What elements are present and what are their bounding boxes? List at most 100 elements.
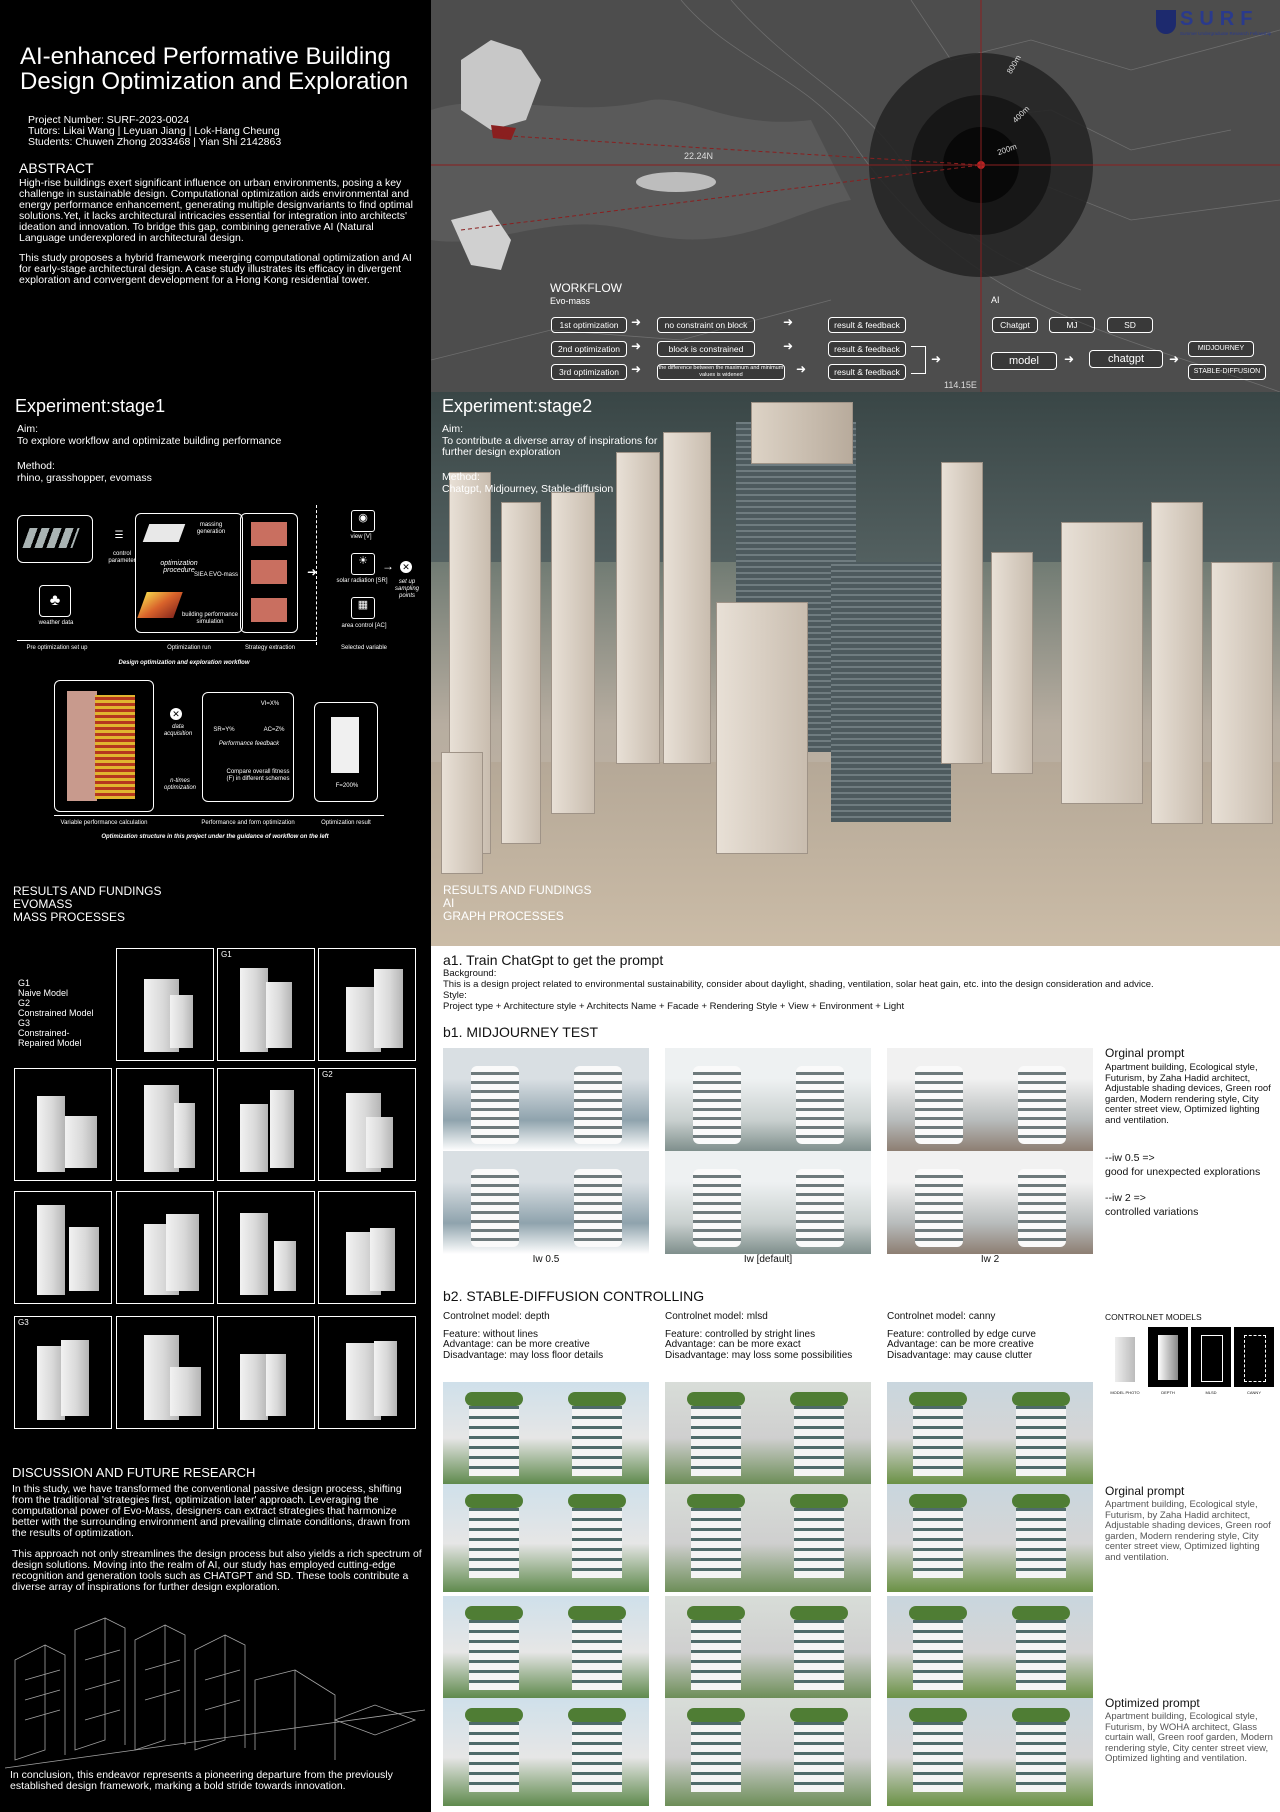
map-graphic xyxy=(431,0,1280,392)
students: Students: Chuwen Zhong 2033468 | Yian Sh… xyxy=(28,136,282,148)
midjourney-image xyxy=(546,1048,649,1151)
ai-tool-mj: MJ xyxy=(1049,317,1095,333)
mass-model-cell xyxy=(217,1316,315,1429)
stable-diffusion-image xyxy=(443,1596,546,1698)
stable-diffusion-image xyxy=(443,1484,546,1592)
mass-legend: G1 Naive Model G2 Constrained Model G3 C… xyxy=(18,978,103,1048)
slider-icon: ☰ xyxy=(114,530,124,541)
selected-label: Selected variable xyxy=(340,645,388,651)
a1-background-label: Background: xyxy=(443,968,497,979)
legend-g1-name: Naive Model xyxy=(18,988,69,998)
mass-model-cell xyxy=(116,948,214,1061)
solar-label: solar radiation [SR] xyxy=(336,578,388,584)
opt-result-label: Optimization result xyxy=(321,820,371,826)
mass-block xyxy=(37,1096,65,1172)
controlnet-mlsd: Controlnet model: mlsd Feature: controll… xyxy=(665,1311,875,1361)
mass-model-cell xyxy=(116,1191,214,1304)
stable-diffusion-image xyxy=(990,1484,1093,1592)
stable-diffusion-image xyxy=(768,1698,871,1806)
iw2-note: controlled variations xyxy=(1105,1206,1199,1218)
compare-label: Compare overall fitness (F) in different… xyxy=(226,769,290,782)
stage1-method: rhino, grasshopper, evomass xyxy=(17,472,152,484)
stable-diffusion-image xyxy=(990,1698,1093,1806)
arrow-icon: ➜ xyxy=(783,339,794,353)
output-midjourney: MIDJOURNEY xyxy=(1188,341,1254,357)
arrow-icon: ➜ xyxy=(796,362,807,376)
tower xyxy=(663,432,711,764)
group-tag: G3 xyxy=(18,1318,29,1327)
stable-diffusion-image xyxy=(768,1596,871,1698)
mass-block xyxy=(170,1367,201,1416)
site-map: 22.24N 114.15E 800m 400m 200m SURF Summe… xyxy=(431,0,1280,392)
mass-block xyxy=(370,1228,395,1291)
control-box xyxy=(17,515,93,563)
model-box: model xyxy=(991,352,1057,370)
result-box: F=200% xyxy=(314,702,378,802)
divider xyxy=(316,505,317,645)
lon-label: 114.15E xyxy=(944,380,977,390)
iw05-note: good for unexpected explorations xyxy=(1105,1166,1261,1178)
stable-diffusion-image xyxy=(546,1382,649,1484)
performance-box: VI=X% SR=Y% AC=Z% Performance feedback C… xyxy=(202,692,294,802)
stable-diffusion-image xyxy=(887,1698,990,1806)
ai-tool-chatgpt: Chatgpt xyxy=(992,317,1038,333)
mass-block xyxy=(374,969,403,1048)
midjourney-image xyxy=(990,1048,1093,1151)
stable-diffusion-image xyxy=(887,1596,990,1698)
results-right-heading: RESULTS AND FUNDINGS AI GRAPH PROCESSES xyxy=(443,884,591,923)
workflow-subtitle: Evo-mass xyxy=(550,296,591,306)
stage2-method: Chatgpt, Midjourney, Stable-diffusion xyxy=(442,483,614,495)
b2-opt-heading: Optimized prompt xyxy=(1105,1696,1200,1710)
controlnet-title: CONTROLNET MODELS xyxy=(1105,1312,1202,1322)
building-sim-label: building performance simulation xyxy=(181,612,239,625)
var-calc-label: Variable performance calculation xyxy=(60,820,148,826)
group-tag: G1 xyxy=(221,950,232,959)
diagram-caption-1: Design optimization and exploration work… xyxy=(118,660,250,666)
mlsd-name: Controlnet model: mlsd xyxy=(665,1311,768,1322)
legend-g3-code: G3 xyxy=(18,1018,31,1028)
ai-tool-sd: SD xyxy=(1107,317,1153,333)
stable-diffusion-image xyxy=(443,1382,546,1484)
wf-cond-2: block is constrained xyxy=(657,341,755,357)
optimization-box: massing generation optimization procedur… xyxy=(135,513,243,633)
mass-block xyxy=(240,1354,268,1420)
discussion-heading: DISCUSSION AND FUTURE RESEARCH xyxy=(12,1465,256,1480)
sampling-label: set up sampling points xyxy=(394,579,419,599)
legend-g2-code: G2 xyxy=(18,998,31,1008)
thumb-model-photo xyxy=(1105,1327,1145,1387)
tower xyxy=(616,452,660,764)
discussion-para-1: In this study, we have transformed the c… xyxy=(12,1483,411,1539)
abstract-heading: ABSTRACT xyxy=(19,160,94,176)
conclusion: In conclusion, this endeavor represents … xyxy=(10,1769,393,1792)
workflow-title: WORKFLOW xyxy=(550,281,622,295)
weather-data-label: weather data xyxy=(38,620,74,626)
bracket xyxy=(911,346,926,374)
stable-diffusion-image xyxy=(665,1698,768,1806)
stage1-aim-label: Aim: xyxy=(17,423,38,435)
mass-model-cell xyxy=(116,1068,214,1181)
sr-label: SR=Y% xyxy=(213,727,235,733)
close-icon: ✕ xyxy=(400,561,412,573)
close-icon-2: ✕ xyxy=(170,708,182,720)
arrow-icon: ➜ xyxy=(1064,352,1075,366)
wf-cond-3: the difference between the maximum and m… xyxy=(657,364,785,380)
midjourney-image xyxy=(546,1151,649,1254)
b1-heading: b1. MIDJOURNEY TEST xyxy=(443,1024,599,1040)
a1-background: This is a design project related to envi… xyxy=(443,979,1154,990)
thumb-label-2: MLSD xyxy=(1205,1390,1217,1395)
depth-name: Controlnet model: depth xyxy=(443,1311,550,1322)
building-pink xyxy=(67,691,97,801)
poster-title: AI-enhanced Performative Building Design… xyxy=(20,44,420,94)
diagram-caption-2: Optimization structure in this project u… xyxy=(101,834,329,840)
lat-label: 22.24N xyxy=(684,151,714,161)
ac-label: AC=Z% xyxy=(263,727,285,733)
stage2-render: Experiment:stage2 Aim: To contribute a d… xyxy=(431,392,1280,946)
mass-model-cell xyxy=(217,1191,315,1304)
midjourney-image xyxy=(990,1151,1093,1254)
stable-diffusion-image xyxy=(768,1382,871,1484)
stage1-aim: To explore workflow and optimizate build… xyxy=(17,435,282,447)
stage1-method-label: Method: xyxy=(17,460,55,472)
stable-diffusion-image xyxy=(546,1596,649,1698)
mass-model-cell xyxy=(14,1191,112,1304)
canny-adv: Advantage: can be more creative xyxy=(887,1339,1034,1350)
